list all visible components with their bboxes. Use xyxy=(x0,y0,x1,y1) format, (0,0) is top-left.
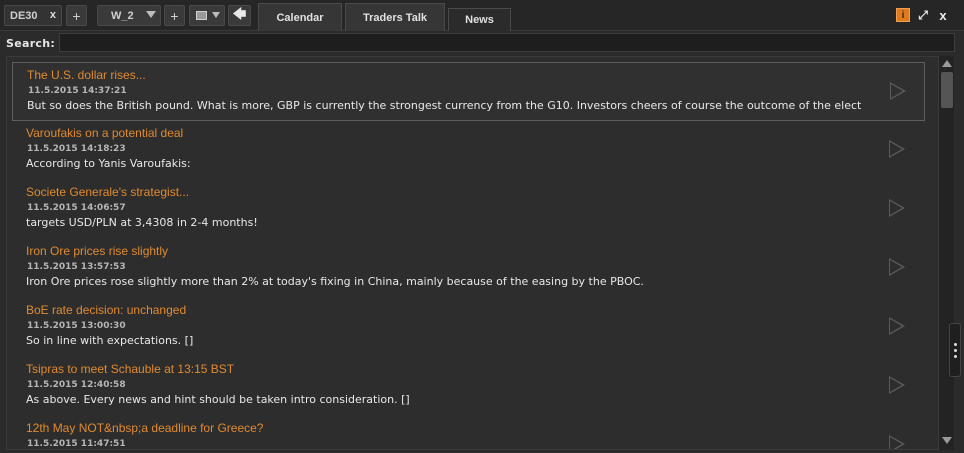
back-button[interactable]: 🡄 xyxy=(228,5,251,26)
news-body: But so does the British pound. What is m… xyxy=(27,99,862,112)
chevron-down-icon xyxy=(212,12,220,18)
news-timestamp: 11.5.2015 14:37:21 xyxy=(28,86,127,96)
news-timestamp: 11.5.2015 14:18:23 xyxy=(27,144,126,154)
news-body: targets USD/PLN at 3,4308 in 2-4 months! xyxy=(26,216,258,229)
play-icon[interactable] xyxy=(889,435,905,449)
news-item[interactable]: BoE rate decision: unchanged 11.5.2015 1… xyxy=(12,298,925,357)
close-symbol-icon[interactable]: x xyxy=(50,9,56,21)
news-title[interactable]: Tsipras to meet Schauble at 13:15 BST xyxy=(26,362,234,376)
news-timestamp: 11.5.2015 11:47:51 xyxy=(27,439,126,449)
workspace-label: W_2 xyxy=(111,9,134,22)
panel-resize-handle[interactable] xyxy=(949,323,961,377)
expand-icon[interactable]: ⤢ xyxy=(916,8,930,22)
play-icon[interactable] xyxy=(889,317,905,335)
news-item[interactable]: 12th May NOT&nbsp;a deadline for Greece?… xyxy=(12,416,925,449)
news-title[interactable]: 12th May NOT&nbsp;a deadline for Greece? xyxy=(26,421,263,435)
news-title[interactable]: Societe Generale's strategist... xyxy=(26,185,189,199)
news-item[interactable]: Tsipras to meet Schauble at 13:15 BST 11… xyxy=(12,357,925,416)
scroll-down-icon[interactable] xyxy=(942,437,952,444)
news-title[interactable]: Varoufakis on a potential deal xyxy=(26,126,183,140)
search-input[interactable] xyxy=(59,33,955,52)
play-icon[interactable] xyxy=(889,258,905,276)
handle-dot-icon xyxy=(953,354,957,358)
news-body: According to Yanis Varoufakis: xyxy=(26,157,191,170)
scroll-up-icon[interactable] xyxy=(942,60,952,67)
play-icon[interactable] xyxy=(889,376,905,394)
news-body: As above. Every news and hint should be … xyxy=(26,393,410,406)
symbol-tab[interactable]: DE30 x xyxy=(4,5,62,26)
news-timestamp: 11.5.2015 14:06:57 xyxy=(27,203,126,213)
news-timestamp: 11.5.2015 13:57:53 xyxy=(27,262,126,272)
tab-traders-talk[interactable]: Traders Talk xyxy=(345,3,445,31)
tab-calendar[interactable]: Calendar xyxy=(258,3,342,31)
news-item[interactable]: Varoufakis on a potential deal 11.5.2015… xyxy=(12,121,925,180)
symbol-label: DE30 xyxy=(10,9,38,22)
play-icon[interactable] xyxy=(889,199,905,217)
add-symbol-button[interactable]: + xyxy=(66,5,87,26)
news-list: The U.S. dollar rises... 11.5.2015 14:37… xyxy=(6,56,954,450)
news-title[interactable]: The U.S. dollar rises... xyxy=(27,68,146,82)
news-timestamp: 11.5.2015 13:00:30 xyxy=(27,321,126,331)
window-layout-icon xyxy=(196,11,207,20)
scroll-thumb[interactable] xyxy=(941,72,953,108)
play-icon[interactable] xyxy=(890,82,906,100)
news-item[interactable]: Iron Ore prices rise slightly 11.5.2015 … xyxy=(12,239,925,298)
info-icon[interactable]: i xyxy=(896,8,910,22)
news-body: So in line with expectations. [] xyxy=(26,334,194,347)
workspace-select[interactable]: W_2 xyxy=(97,5,161,26)
layout-select[interactable] xyxy=(189,5,225,26)
news-timestamp: 11.5.2015 12:40:58 xyxy=(27,380,126,390)
search-label: Search: xyxy=(6,37,56,50)
search-bar: Search: xyxy=(0,32,964,54)
tab-news[interactable]: News xyxy=(448,8,511,31)
news-item[interactable]: Societe Generale's strategist... 11.5.20… xyxy=(12,180,925,239)
arrow-left-icon: 🡄 xyxy=(232,5,247,21)
play-icon[interactable] xyxy=(889,140,905,158)
news-item[interactable]: The U.S. dollar rises... 11.5.2015 14:37… xyxy=(12,62,925,121)
add-workspace-button[interactable]: + xyxy=(164,5,185,26)
news-title[interactable]: BoE rate decision: unchanged xyxy=(26,303,186,317)
news-body: Iron Ore prices rose slightly more than … xyxy=(26,275,644,288)
news-title[interactable]: Iron Ore prices rise slightly xyxy=(26,244,168,258)
top-toolbar: DE30 x + W_2 + 🡄 Calendar Traders Talk N… xyxy=(0,0,964,31)
news-scrollbar[interactable] xyxy=(938,56,954,450)
close-icon[interactable]: x xyxy=(936,8,950,23)
chevron-down-icon xyxy=(146,11,156,18)
handle-dot-icon xyxy=(953,342,957,346)
handle-dot-icon xyxy=(953,348,957,352)
